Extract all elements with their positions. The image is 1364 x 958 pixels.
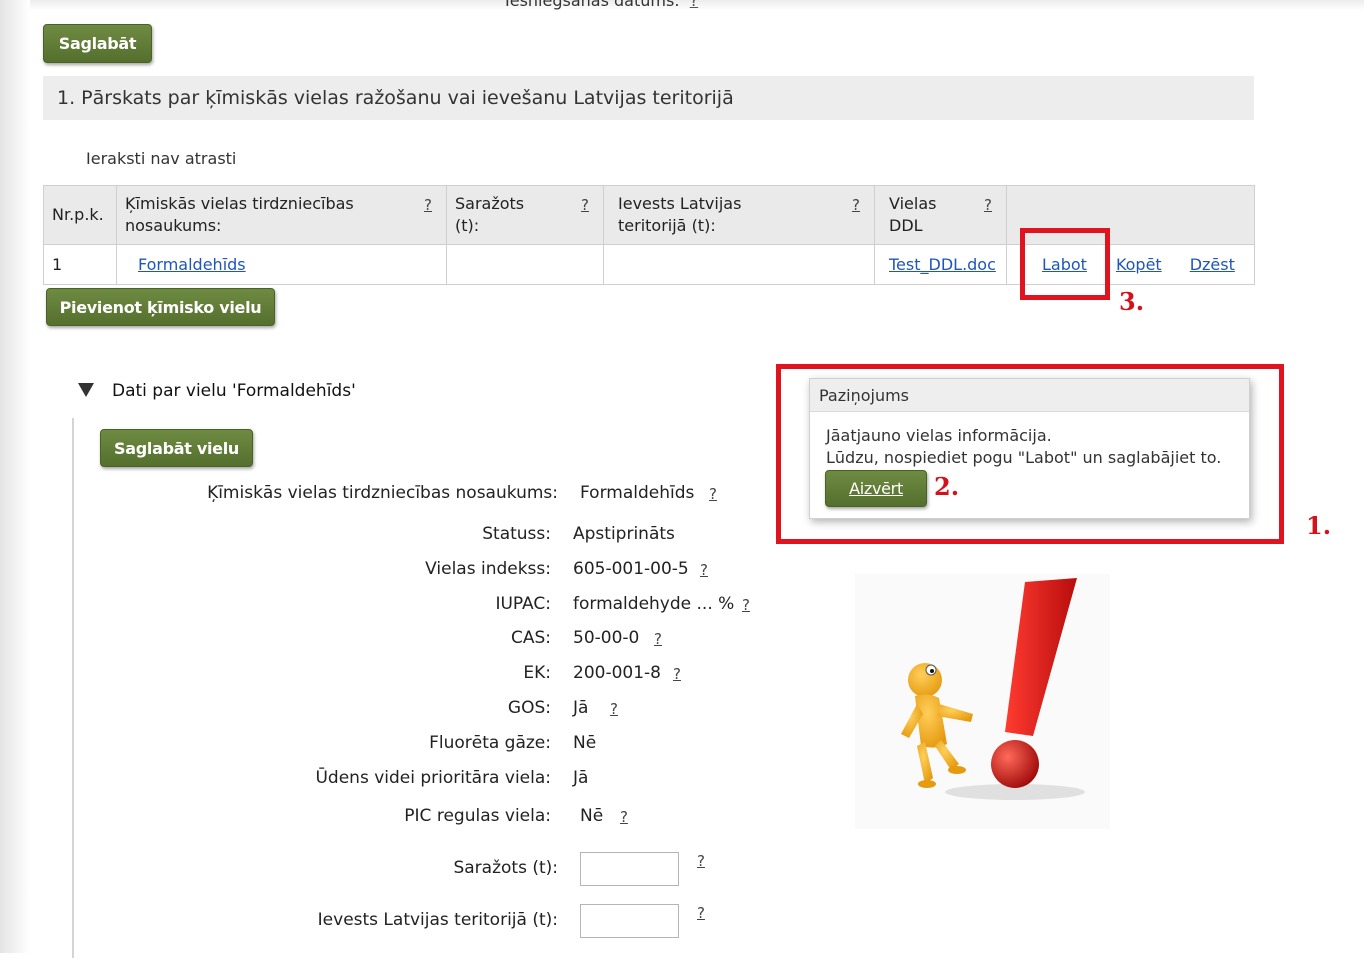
illustration xyxy=(855,574,1110,829)
left-shadow xyxy=(0,0,30,953)
help-link[interactable]: ? xyxy=(700,561,708,579)
field-label-cas: CAS: xyxy=(510,628,551,648)
help-link[interactable]: ? xyxy=(424,194,432,216)
field-label-ek: EK: xyxy=(523,663,551,683)
field-value-fluorinated-gas: Nē xyxy=(573,733,597,753)
field-value-cas: 50-00-0 xyxy=(573,628,640,648)
close-button[interactable]: Aizvērt xyxy=(825,470,927,507)
section-title: 1. Pārskats par ķīmiskās vielas ražošanu… xyxy=(43,76,1254,120)
col-header-produced: Saražots (t):? xyxy=(446,185,604,245)
cell-imported xyxy=(603,244,875,285)
field-label-iupac: IUPAC: xyxy=(495,594,551,614)
ddl-file-link[interactable]: Test_DDL.doc xyxy=(889,255,996,274)
help-link[interactable]: ? xyxy=(610,700,618,718)
input-label-imported: Ievests Latvijas teritorijā (t): xyxy=(317,910,558,930)
delete-link[interactable]: Dzēst xyxy=(1190,255,1235,274)
add-substance-button[interactable]: Pievienot ķīmisko vielu xyxy=(46,288,275,326)
section-divider xyxy=(72,418,74,958)
help-link[interactable]: ? xyxy=(581,194,589,216)
field-label-index: Vielas indekss: xyxy=(425,559,551,579)
produced-input[interactable] xyxy=(580,852,679,886)
dialog-title: Paziņojums xyxy=(810,379,1249,412)
help-link[interactable]: ? xyxy=(984,194,992,216)
field-value-ek: 200-001-8 xyxy=(573,663,661,683)
help-link[interactable]: ? xyxy=(654,630,662,648)
field-label-pic: PIC regulas viela: xyxy=(404,806,551,826)
field-value-pic: Nē xyxy=(580,806,604,826)
dialog-message-line1: Jāatjauno vielas informācija. xyxy=(826,426,1052,445)
help-link[interactable]: ? xyxy=(852,194,860,216)
dialog-message-line2: Lūdzu, nospiediet pogu "Labot" un saglab… xyxy=(826,448,1222,467)
help-link[interactable]: ? xyxy=(673,665,681,683)
substance-heading: Dati par vielu 'Formaldehīds' xyxy=(112,381,356,401)
field-label-fluorinated-gas: Fluorēta gāze: xyxy=(429,733,551,753)
col-header-ddl: Vielas DDL? xyxy=(874,185,1007,245)
col-header-nr: Nr.p.k. xyxy=(43,185,117,245)
field-value-gos: Jā xyxy=(573,698,589,718)
col-header-imported: Ievests Latvijas teritorijā (t):? xyxy=(603,185,875,245)
annotation-number-2: 2. xyxy=(934,472,960,501)
notification-dialog: Paziņojums Jāatjauno vielas informācija.… xyxy=(809,378,1250,519)
field-value-status: Apstiprināts xyxy=(573,524,675,544)
exclamation-figure-icon xyxy=(901,578,1085,800)
help-link[interactable]: ? xyxy=(697,852,705,870)
field-label-water-priority: Ūdens videi prioritāra viela: xyxy=(315,768,551,788)
help-link[interactable]: ? xyxy=(620,808,628,826)
field-value-index: 605-001-00-5 xyxy=(573,559,689,579)
help-link[interactable]: ? xyxy=(690,0,699,10)
no-records-text: Ieraksti nav atrasti xyxy=(86,149,237,168)
cell-produced xyxy=(446,244,604,285)
substance-name-link[interactable]: Formaldehīds xyxy=(138,255,246,274)
save-button[interactable]: Saglabāt xyxy=(43,24,152,63)
copy-link[interactable]: Kopēt xyxy=(1116,255,1162,274)
field-label-trade-name: Ķīmiskās vielas tirdzniecības nosaukums: xyxy=(207,483,558,503)
collapse-triangle-icon[interactable] xyxy=(78,383,94,397)
annotation-number-1: 1. xyxy=(1306,511,1332,540)
field-value-trade-name: Formaldehīds xyxy=(580,483,695,503)
col-header-name: Ķīmiskās vielas tirdzniecības nosaukums:… xyxy=(116,185,447,245)
field-value-water-priority: Jā xyxy=(573,768,589,788)
field-value-iupac: formaldehyde ... % xyxy=(573,594,735,614)
field-label-gos: GOS: xyxy=(507,698,551,718)
cell-nr: 1 xyxy=(43,244,117,285)
help-link[interactable]: ? xyxy=(697,904,705,922)
imported-input[interactable] xyxy=(580,904,679,938)
help-link[interactable]: ? xyxy=(709,485,717,503)
help-link[interactable]: ? xyxy=(742,596,750,614)
save-substance-button[interactable]: Saglabāt vielu xyxy=(100,429,253,467)
input-label-produced: Saražots (t): xyxy=(453,858,558,878)
submission-date-label: Iesniegšanas datums:? xyxy=(505,0,698,10)
dialog-message: Jāatjauno vielas informācija. Lūdzu, nos… xyxy=(826,425,1221,469)
annotation-box-edit xyxy=(1020,228,1110,300)
field-label-status: Statuss: xyxy=(482,524,551,544)
annotation-number-3: 3. xyxy=(1119,287,1145,316)
submission-date-text: Iesniegšanas datums: xyxy=(505,0,680,10)
